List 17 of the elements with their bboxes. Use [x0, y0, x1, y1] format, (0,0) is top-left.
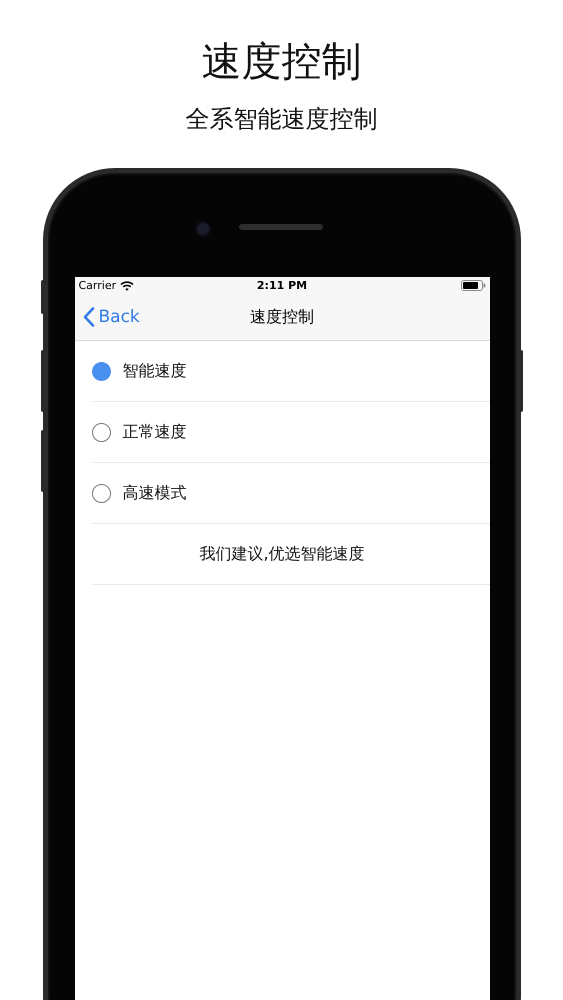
nav-title: 速度控制	[250, 306, 314, 328]
option-label: 正常速度	[122, 422, 186, 442]
chevron-left-icon	[82, 307, 94, 327]
page-title: 速度控制	[202, 38, 362, 87]
battery-icon	[460, 280, 486, 291]
carrier-label: Carrier	[78, 279, 116, 292]
option-label: 智能速度	[122, 360, 186, 382]
radio-button[interactable]	[92, 422, 110, 442]
wifi-icon	[120, 280, 134, 290]
status-time: 2:11 PM	[256, 279, 308, 292]
page-subtitle: 全系智能速度控制	[186, 104, 378, 134]
back-button[interactable]: Back	[82, 307, 140, 327]
option-label: 高速模式	[122, 482, 186, 504]
camera-icon	[195, 221, 211, 237]
radio-button[interactable]	[92, 362, 110, 380]
radio-button[interactable]	[92, 484, 110, 502]
recommendation-text: 我们建议,优选智能速度	[199, 544, 365, 564]
